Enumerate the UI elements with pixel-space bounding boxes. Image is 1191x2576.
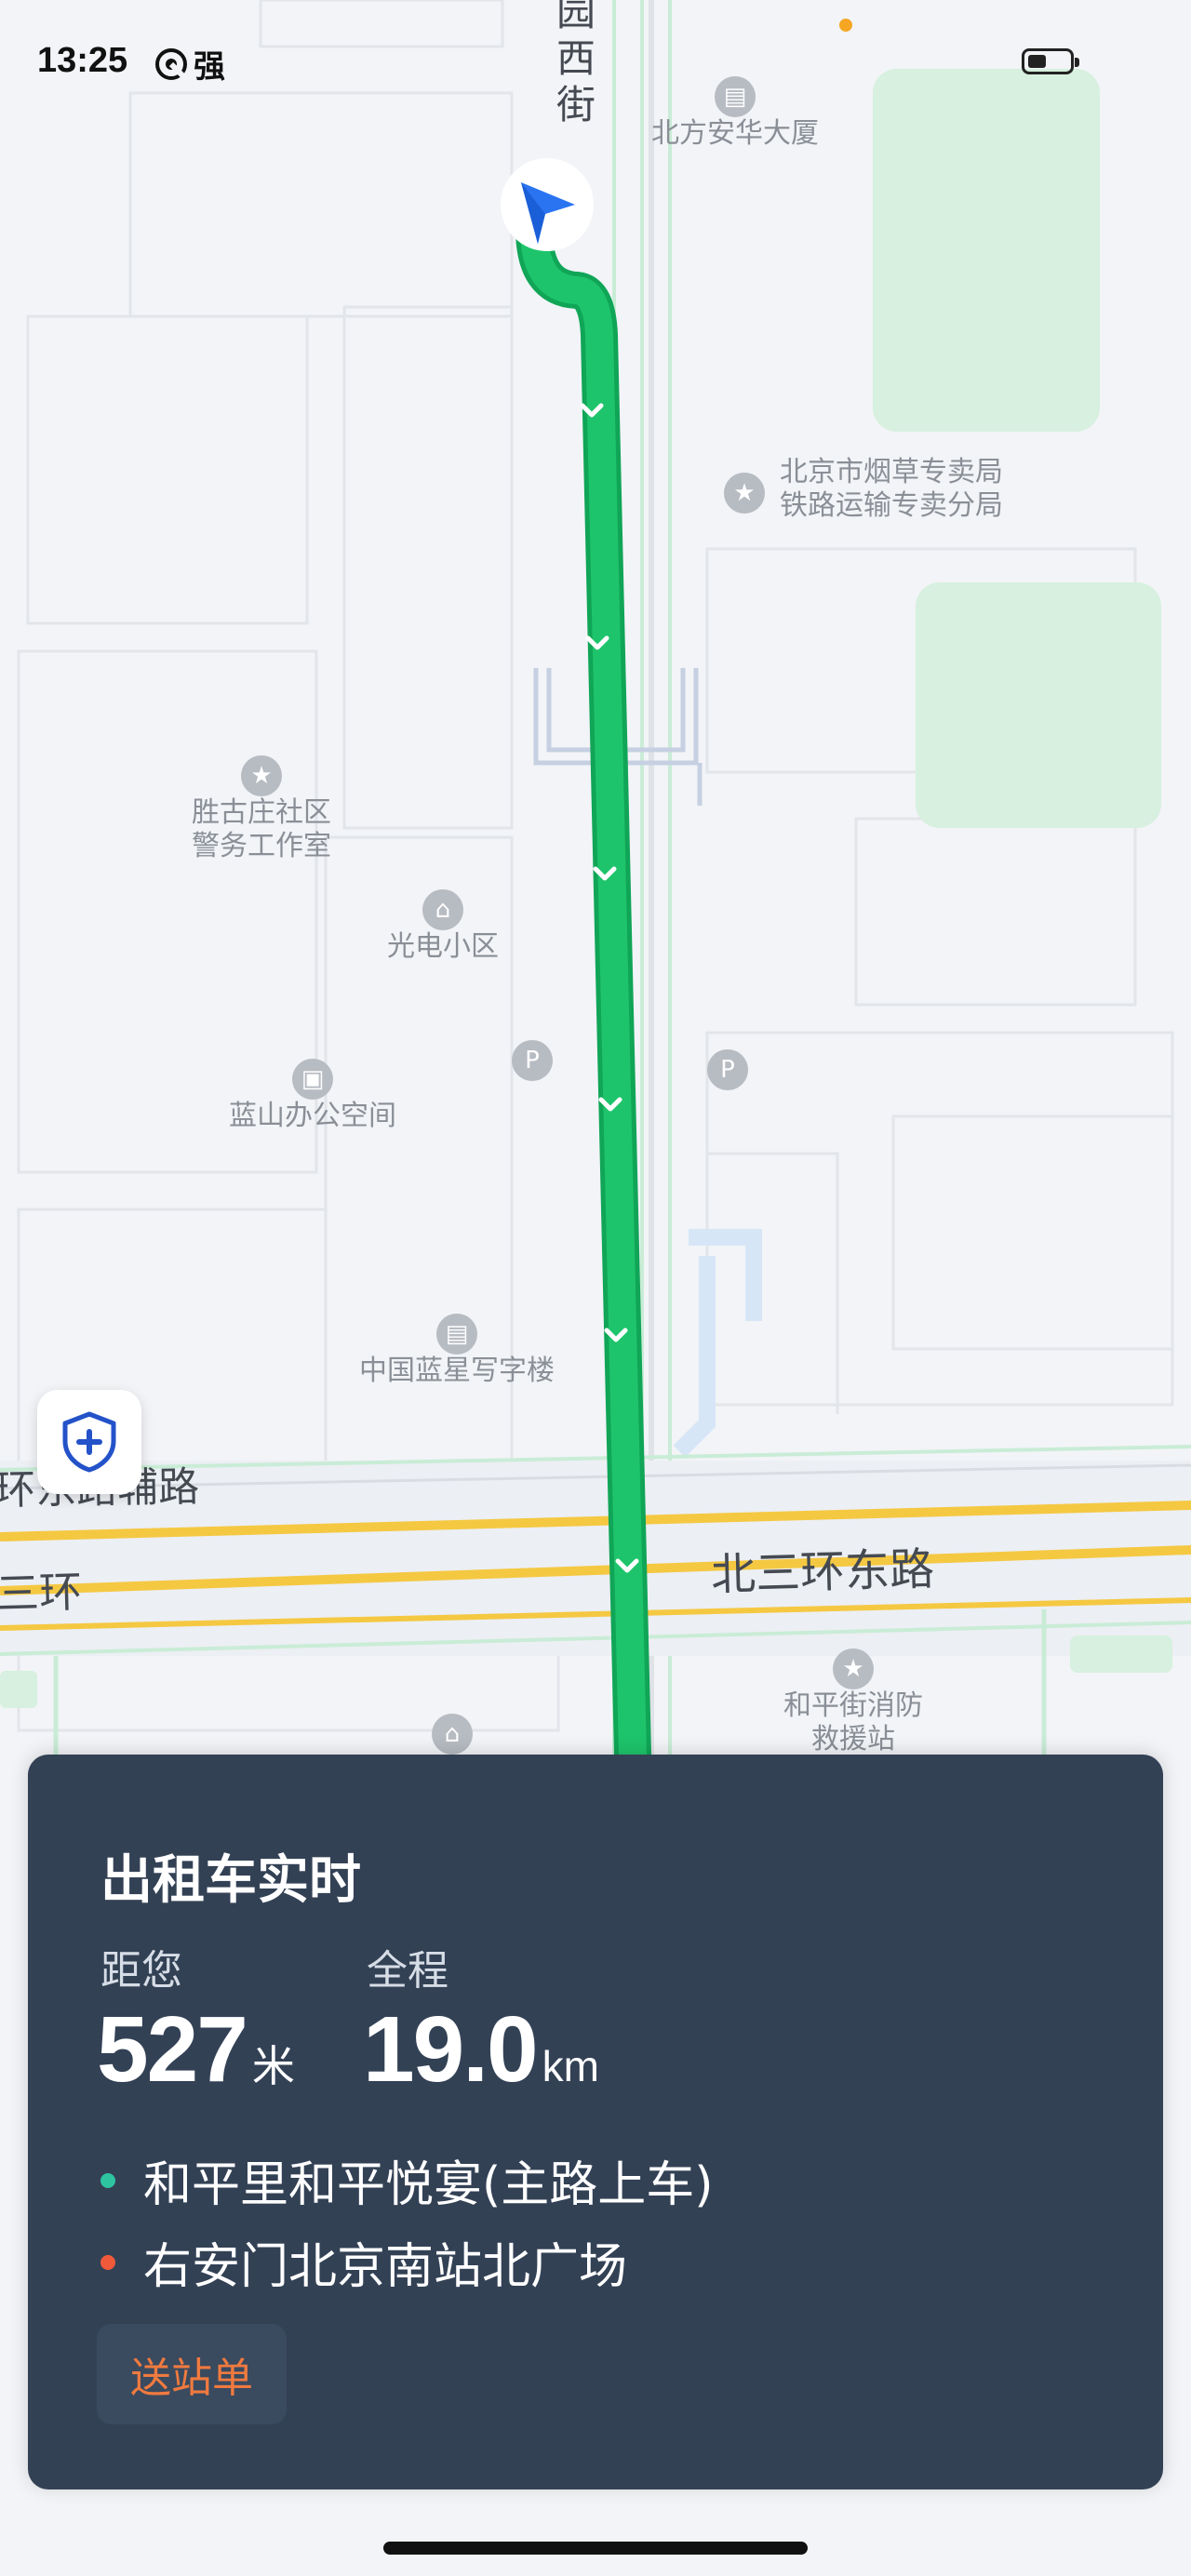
status-bar: 13:25 强	[0, 0, 1191, 130]
parking-icon: P	[707, 1049, 748, 1090]
distance-value: 527 米	[97, 1996, 295, 2103]
dropoff-row: 右安门北京南站北广场	[100, 2227, 627, 2297]
distance-number: 527	[97, 1997, 248, 2102]
total-number: 19.0	[363, 1997, 539, 2102]
poi-label-line2: 警务工作室	[192, 830, 331, 862]
total-unit: km	[542, 2042, 599, 2090]
poi-lanshan[interactable]: ▣ 蓝山办公空间	[229, 1059, 396, 1133]
total-label: 全程	[367, 1947, 448, 1995]
poi-label: 光电小区	[387, 930, 499, 963]
poi-label-line2: 救援站	[811, 1723, 895, 1753]
residence-icon: ⌂	[422, 889, 463, 930]
star-icon: ★	[241, 755, 282, 796]
battery-level	[1028, 55, 1046, 68]
residence-icon: ⌂	[432, 1714, 473, 1755]
pickup-dot	[100, 2172, 115, 2188]
privacy-indicator	[839, 19, 852, 32]
dropoff-address: 右安门北京南站北广场	[143, 2239, 628, 2295]
poi-label-line1: 和平街消防	[783, 1689, 923, 1722]
hotspot-icon	[155, 47, 187, 80]
building-icon: ▤	[436, 1314, 477, 1355]
pickup-row: 和平里和平悦宴(主路上车)	[100, 2145, 714, 2215]
poi-label: 中国蓝星写字楼	[359, 1355, 555, 1387]
status-time: 13:25	[37, 41, 128, 80]
residence-marker: ⌂	[432, 1714, 473, 1755]
trip-info-card: 出租车实时 距您 527 米 全程 19.0 km 和平里和平悦宴(主路上车) …	[28, 1755, 1163, 2489]
poi-label: 蓝山办公空间	[229, 1100, 396, 1132]
parking-icon: P	[512, 1040, 553, 1081]
poi-guangdian[interactable]: ⌂ 光电小区	[387, 889, 499, 964]
poi-fire-station[interactable]: ★ 和平街消防 救援站	[783, 1648, 923, 1753]
safety-button[interactable]	[37, 1390, 141, 1494]
battery-icon	[1022, 48, 1079, 74]
send-station-order-button[interactable]: 送站单	[97, 2324, 287, 2424]
lock-icon: ▣	[292, 1059, 333, 1100]
parking-marker[interactable]: P	[707, 1049, 748, 1090]
network-indicator: 强	[153, 41, 225, 87]
home-indicator[interactable]	[383, 2542, 808, 2555]
pickup-address: 和平里和平悦宴(主路上车)	[143, 2157, 714, 2213]
total-value: 19.0 km	[363, 1996, 599, 2103]
star-icon: ★	[833, 1648, 874, 1689]
poi-lanxing[interactable]: ▤ 中国蓝星写字楼	[359, 1314, 555, 1388]
star-icon: ★	[724, 473, 765, 514]
poi-label-line2: 铁路运输专卖分局	[780, 489, 1003, 522]
poi-label-line1: 北京市烟草专卖局	[780, 456, 1003, 488]
road-label-ring-main: 三环	[0, 1566, 83, 1620]
network-label: 强	[194, 48, 225, 86]
poi-police-office[interactable]: ★ 胜古庄社区 警务工作室	[192, 755, 331, 863]
shield-plus-icon	[62, 1411, 116, 1473]
parking-marker[interactable]: P	[512, 1040, 553, 1081]
road-label-ring-main-east: 北三环东路	[710, 1542, 935, 1602]
poi-label-line1: 胜古庄社区	[192, 796, 331, 829]
distance-unit: 米	[251, 2041, 295, 2091]
distance-label: 距您	[100, 1947, 182, 1995]
poi-tobacco-bureau[interactable]: ★ 北京市烟草专卖局 铁路运输专卖分局	[724, 456, 1003, 523]
dropoff-dot	[100, 2254, 115, 2270]
card-title: 出租车实时	[100, 1850, 361, 1911]
